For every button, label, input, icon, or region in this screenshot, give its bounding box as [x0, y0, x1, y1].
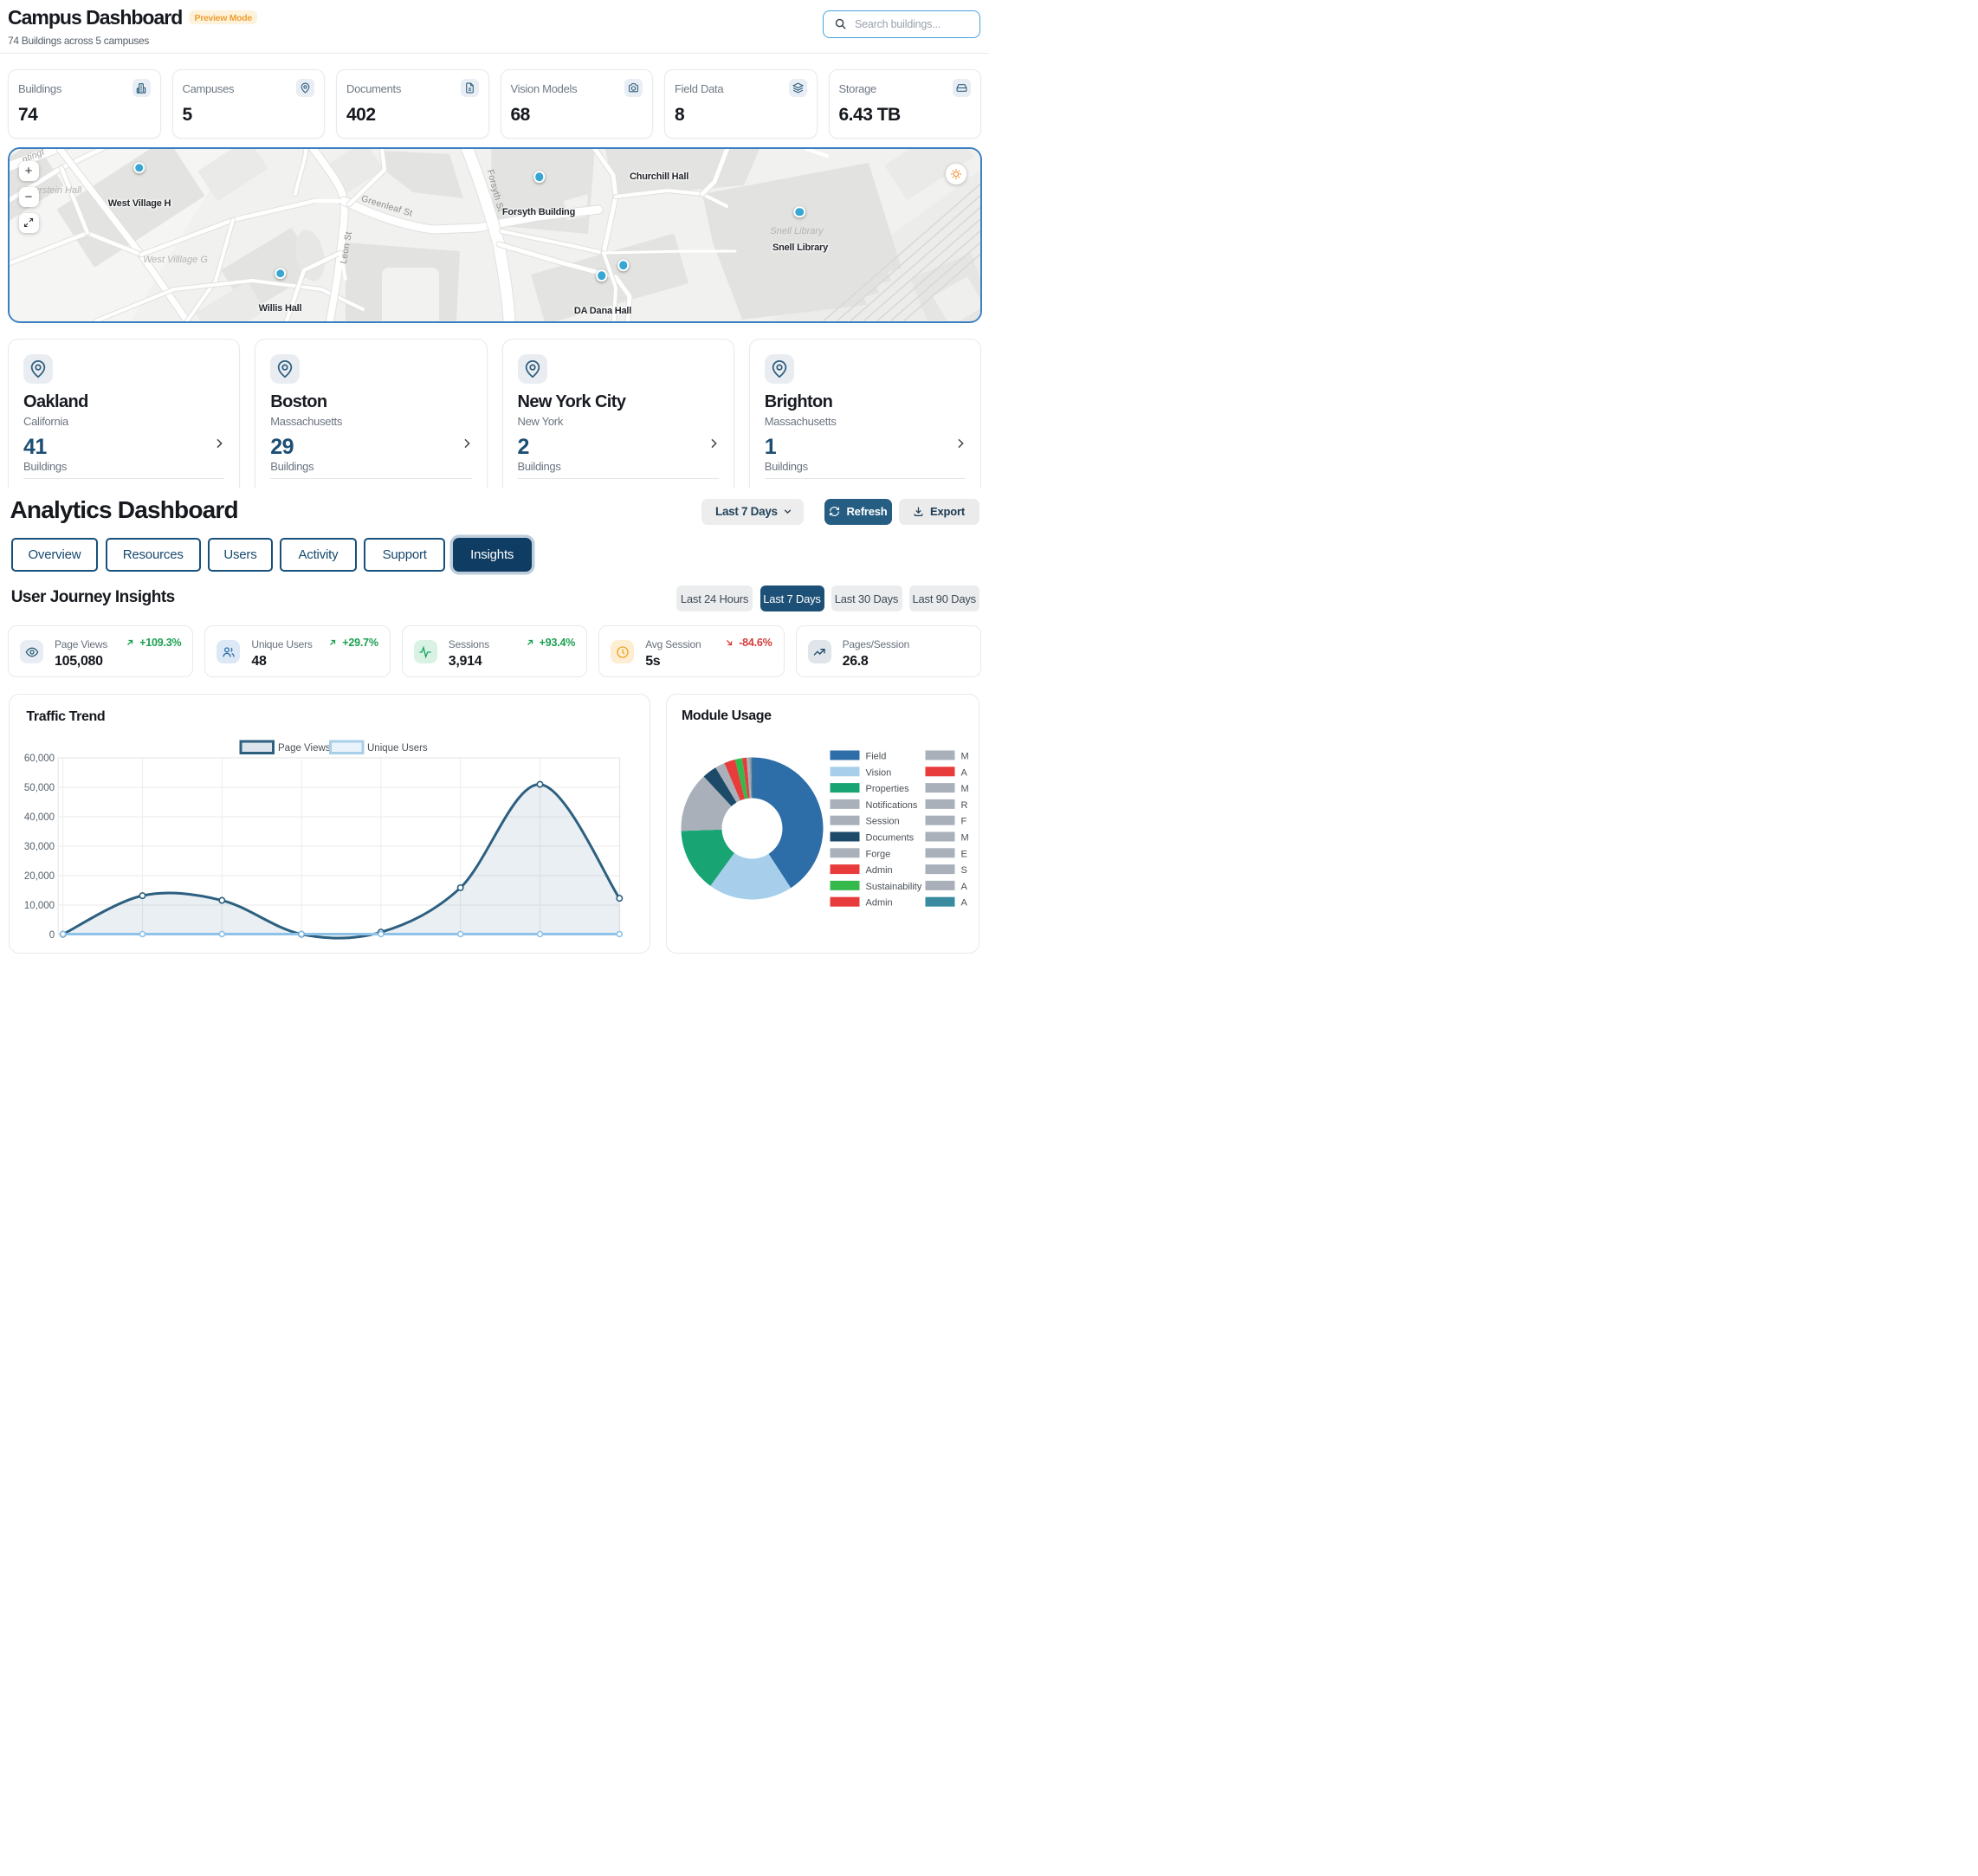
- svg-text:50,000: 50,000: [24, 783, 55, 793]
- svg-text:Admin: Admin: [866, 865, 893, 876]
- svg-text:60,000: 60,000: [24, 754, 55, 764]
- svg-text:Page Views: Page Views: [278, 743, 331, 754]
- svg-text:Notifications: Notifications: [866, 799, 918, 810]
- svg-text:Session: Session: [866, 816, 900, 826]
- svg-text:Forge: Forge: [866, 849, 891, 859]
- svg-text:Admin: Admin: [866, 897, 893, 908]
- svg-text:40,000: 40,000: [24, 812, 55, 823]
- svg-text:A: A: [961, 881, 968, 891]
- svg-text:M: M: [961, 751, 969, 761]
- svg-text:Documents: Documents: [866, 832, 915, 843]
- svg-text:20,000: 20,000: [24, 871, 55, 882]
- svg-text:E: E: [961, 849, 967, 859]
- svg-text:Vision: Vision: [866, 767, 892, 778]
- svg-text:A: A: [961, 897, 968, 908]
- svg-text:30,000: 30,000: [24, 842, 55, 852]
- svg-text:A: A: [961, 767, 968, 778]
- svg-text:R: R: [961, 799, 968, 810]
- svg-text:0: 0: [49, 930, 55, 941]
- svg-text:Sustainability: Sustainability: [866, 881, 922, 891]
- svg-text:Field: Field: [866, 751, 887, 761]
- svg-text:Unique Users: Unique Users: [367, 743, 428, 754]
- svg-text:10,000: 10,000: [24, 901, 55, 911]
- svg-text:Properties: Properties: [866, 784, 910, 794]
- svg-text:F: F: [961, 816, 967, 826]
- svg-text:S: S: [961, 865, 967, 876]
- svg-text:M: M: [961, 832, 969, 843]
- svg-text:M: M: [961, 784, 969, 794]
